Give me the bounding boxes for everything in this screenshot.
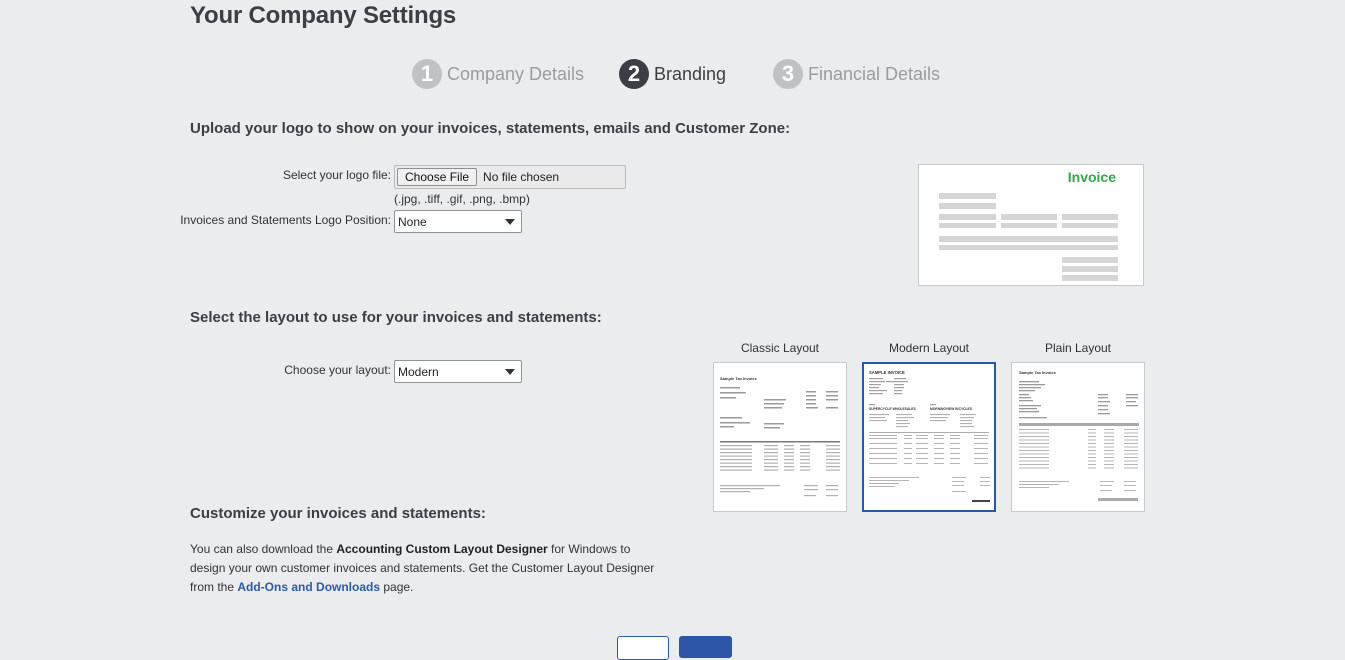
step-number-3: 3 [773,59,803,89]
description-text: page. [380,580,414,594]
page-title: Your Company Settings [190,2,457,29]
modern-doc-title: SAMPLE INVOICE [869,370,905,375]
plain-doc-title: Sample Tax Invoice [1019,370,1057,375]
logo-position-select[interactable]: None [394,210,522,233]
back-button[interactable] [617,636,669,660]
classic-layout-label: Classic Layout [740,341,820,355]
classic-layout-thumbnail[interactable]: Sample Tax Invoice [713,362,847,512]
layout-select-value: Modern [398,364,439,379]
next-button[interactable] [679,636,732,658]
modern-layout-thumbnail[interactable]: SAMPLE INVOICE SUPERCYCLE WHOLESALES MOR… [862,362,996,512]
invoice-logo-preview: Invoice [918,164,1144,286]
invoice-preview-title: Invoice [1067,169,1116,185]
modern-customer-name: MORNINGVIEW BICYCLES [930,407,973,411]
chevron-down-icon [505,219,515,225]
chevron-down-icon [505,369,515,375]
modern-layout-label: Modern Layout [888,341,970,355]
choose-file-button[interactable]: Choose File [397,168,478,186]
step-company-details[interactable]: 1 Company Details [412,58,584,90]
step-label: Company Details [447,63,585,84]
plain-layout-thumbnail[interactable]: Sample Tax Invoice [1011,362,1145,512]
logo-position-value: None [398,214,427,229]
logo-file-label: Select your logo file: [282,168,391,182]
layout-section-heading: Select the layout to use for your invoic… [190,309,602,326]
step-label: Branding [654,63,727,84]
customize-section-heading: Customize your invoices and statements: [190,505,486,522]
layout-select[interactable]: Modern [394,360,522,383]
logo-file-input[interactable]: Choose File No file chosen [394,165,626,189]
layout-designer-name: Accounting Custom Layout Designer [336,542,548,556]
customize-description: You can also download the Accounting Cus… [190,540,660,597]
step-number-2: 2 [619,59,649,89]
step-branding[interactable]: 2 Branding [619,58,726,90]
modern-supplier-name: SUPERCYCLE WHOLESALES [869,407,917,411]
step-financial-details[interactable]: 3 Financial Details [773,58,940,90]
step-number-1: 1 [412,59,442,89]
addons-downloads-link[interactable]: Add-Ons and Downloads [237,580,380,594]
choose-layout-label: Choose your layout: [284,363,391,377]
file-type-hint: (.jpg, .tiff, .gif, .png, .bmp) [394,192,530,206]
classic-doc-title: Sample Tax Invoice [720,376,758,381]
step-label: Financial Details [808,63,941,84]
logo-position-label: Invoices and Statements Logo Position: [180,213,391,227]
file-status: No file chosen [483,170,560,184]
plain-layout-label: Plain Layout [1044,341,1112,355]
description-text: You can also download the [190,542,337,556]
logo-section-heading: Upload your logo to show on your invoice… [190,120,791,137]
